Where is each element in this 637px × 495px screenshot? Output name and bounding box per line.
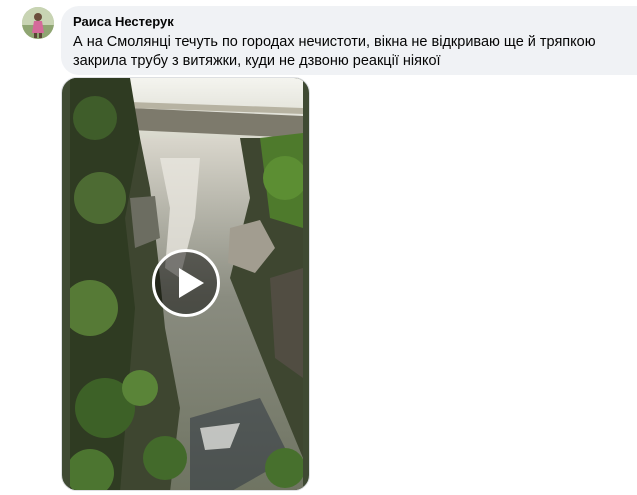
comment-thread: Раиса Нестерук А на Смолянці течуть по г… bbox=[0, 0, 637, 495]
comment-author-name[interactable]: Раиса Нестерук bbox=[73, 14, 625, 30]
play-icon bbox=[179, 268, 204, 298]
play-button[interactable] bbox=[152, 249, 220, 317]
comment-body-text: А на Смолянці течуть по городах нечистот… bbox=[73, 34, 596, 69]
avatar-photo-icon bbox=[22, 7, 54, 39]
video-attachment[interactable] bbox=[61, 77, 310, 491]
comment-bubble: Раиса Нестерук А на Смолянці течуть по г… bbox=[61, 6, 637, 75]
author-avatar[interactable] bbox=[22, 7, 54, 39]
